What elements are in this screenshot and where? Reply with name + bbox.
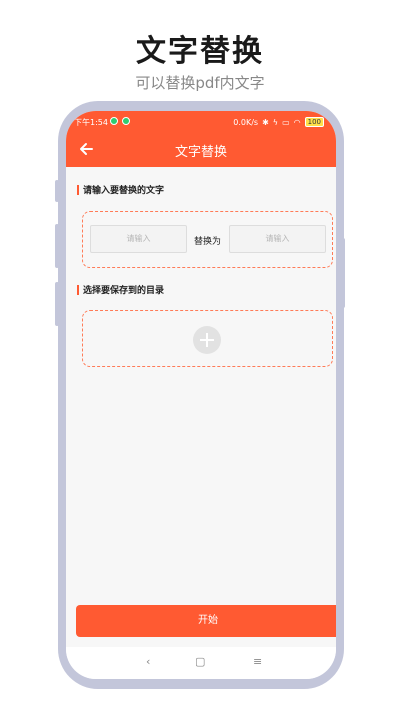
replace-section-text: 请输入要替换的文字 [83,186,165,196]
plus-circle-icon[interactable] [193,326,221,354]
hero-title: 文字替换 [136,34,264,69]
net-speed: 0.0K/s [233,117,259,127]
bluetooth-icon: ✱ [262,117,269,127]
phone-frame: 下午1:54 0.0K/s ✱ ϟ ▭ ◠ 100 文字替换 请输入要替换的文字 [58,101,344,689]
notification-icon [110,117,118,125]
directory-section-text: 选择要保存到的目录 [83,286,165,296]
find-text-input[interactable]: 请输入 [90,225,187,253]
system-back-icon[interactable]: ‹ [146,655,150,668]
page-title: 文字替换 [174,145,227,160]
hero-subtitle: 可以替换pdf内文字 [135,74,265,92]
replace-section-label: 请输入要替换的文字 [77,183,164,196]
label-accent-bar [77,284,79,295]
status-time: 下午1:54 [74,118,108,127]
phone-screen: 下午1:54 0.0K/s ✱ ϟ ▭ ◠ 100 文字替换 请输入要替换的文字 [66,111,336,679]
status-indicators: 0.0K/s ✱ ϟ ▭ ◠ 100 [233,117,324,127]
directory-section-label: 选择要保存到的目录 [77,283,164,296]
replace-text-input[interactable]: 请输入 [229,225,326,253]
directory-picker[interactable] [82,310,333,367]
notification-icon [122,117,130,125]
replace-box: 请输入 替换为 请输入 [82,211,333,268]
sim-icon: ▭ [282,117,290,127]
signal-icon: ϟ [272,117,279,127]
system-menu-icon[interactable]: ≡ [253,655,262,668]
system-home-icon[interactable]: ▢ [195,655,205,668]
app-header: 下午1:54 0.0K/s ✱ ϟ ▭ ◠ 100 文字替换 [66,111,336,167]
label-accent-bar [77,184,79,195]
battery-icon: 100 [304,117,324,127]
start-button[interactable]: 开始 [76,605,336,637]
replace-with-label: 替换为 [194,237,222,247]
wifi-icon: ◠ [293,117,301,127]
status-bar: 下午1:54 0.0K/s ✱ ϟ ▭ ◠ 100 [66,111,336,131]
system-nav-bar: ‹ ▢ ≡ [66,647,336,679]
